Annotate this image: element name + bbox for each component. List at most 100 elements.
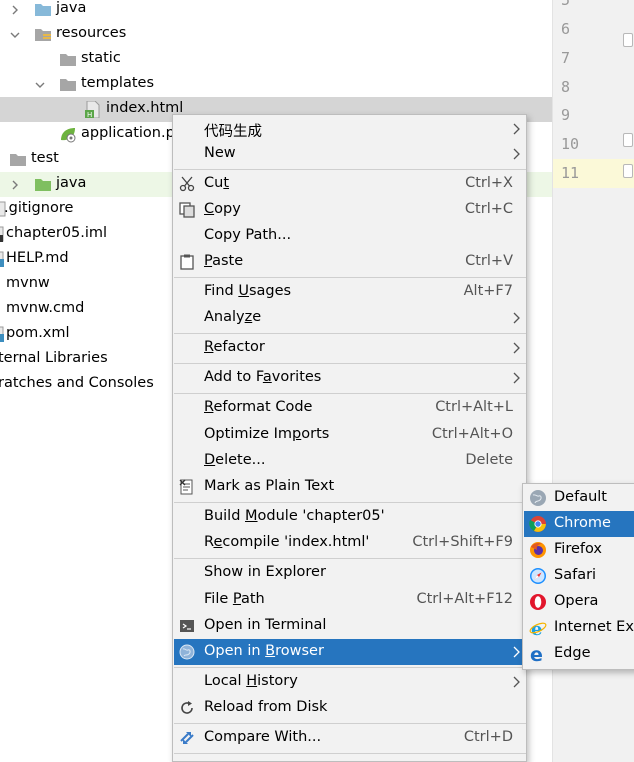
fold-marker-icon[interactable] [623,33,633,47]
submenu-arrow-icon [513,123,521,135]
opera-icon [529,593,547,611]
menu-item-analyze[interactable]: Analyze [174,305,526,331]
tree-item-label: chapter05.iml [6,225,108,241]
browser-item-firefox[interactable]: Firefox [524,537,634,563]
menu-item-show-in-explorer[interactable]: Show in Explorer [174,560,526,586]
menu-item-copy-path[interactable]: Copy Path... [174,223,526,249]
menu-item-local-history[interactable]: Local History [174,669,526,695]
tree-item-label: .gitignore [4,200,74,216]
menu-item-refactor[interactable]: Refactor [174,335,526,361]
globe-icon [179,644,195,660]
tree-item-label: HELP.md [6,250,69,266]
copy-icon [179,202,195,218]
chevron-down-icon[interactable] [10,30,20,40]
svg-text:e: e [530,645,543,663]
compare-icon [179,730,195,746]
menu-item-build-module[interactable]: Build Module 'chapter05' [174,504,526,530]
shortcut-label: Delete [465,452,513,468]
svg-text:e: e [531,619,542,637]
menu-item-delete[interactable]: Delete... Delete [174,448,526,474]
spring-config-icon [59,126,77,143]
fold-marker-icon[interactable] [623,164,633,178]
green-folder-icon [34,176,52,192]
menu-item-cut[interactable]: Cut Ctrl+X [174,171,526,197]
default-browser-icon [529,489,547,507]
html-file-icon: H [84,100,102,119]
menu-item-file-path[interactable]: File Path Ctrl+Alt+F12 [174,587,526,613]
chevron-right-icon[interactable] [10,180,20,190]
browser-item-default[interactable]: Default [524,485,634,511]
tree-item-label: pom.xml [6,325,70,341]
menu-item-open-in-browser[interactable]: Open in Browser [174,639,526,665]
tree-item-label: ratches and Consoles [0,375,154,391]
menu-item-reformat-code[interactable]: Reformat Code Ctrl+Alt+L [174,395,526,421]
line-number-current: 11 [553,159,634,188]
menu-separator [174,277,526,278]
submenu-arrow-icon [513,148,521,160]
tree-item-java[interactable]: java [0,0,552,22]
line-number: 10 [561,135,580,153]
line-number: 8 [561,78,571,96]
menu-item-copy[interactable]: Copy Ctrl+C [174,197,526,223]
browser-item-internet-explorer[interactable]: e Internet Exp [524,615,634,641]
line-number: 9 [561,106,571,124]
folder-icon [59,51,77,67]
shortcut-label: Ctrl+Alt+L [435,399,513,415]
browser-item-safari[interactable]: Safari [524,563,634,589]
terminal-icon [179,618,195,634]
shortcut-label: Alt+F7 [463,283,513,299]
menu-item-mark-as-plain-text[interactable]: Mark as Plain Text [174,474,526,500]
tree-item-label: resources [56,25,127,41]
browser-item-edge[interactable]: e Edge [524,641,634,667]
shortcut-label: Ctrl+C [464,201,513,217]
tree-item-templates[interactable]: templates [0,72,552,97]
menu-item-new[interactable]: New [174,141,526,167]
safari-icon [529,567,547,585]
chevron-down-icon[interactable] [35,80,45,90]
menu-item-find-usages[interactable]: Find Usages Alt+F7 [174,279,526,305]
menu-item-paste[interactable]: Paste Ctrl+V [174,249,526,275]
context-menu: 代码生成 New Cut Ctrl+X Copy Ctrl+C Copy Pat… [172,114,527,762]
tree-item-static[interactable]: static [0,47,552,72]
folder-icon [59,76,77,92]
menu-separator [174,558,526,559]
tree-item-label: static [81,50,121,66]
tree-item-label: java [56,175,87,191]
menu-item-compare-with[interactable]: Compare With... Ctrl+D [174,725,526,751]
tree-item-label: java [56,0,87,16]
internet-explorer-icon: e [529,619,547,640]
tree-item-label: ternal Libraries [0,350,108,366]
blue-folder-icon [34,1,52,17]
line-number: 5 [561,0,571,9]
resources-folder-icon [34,26,52,42]
shortcut-label: Ctrl+D [463,729,513,745]
menu-item-optimize-imports[interactable]: Optimize Imports Ctrl+Alt+O [174,422,526,448]
menu-item-recompile[interactable]: Recompile 'index.html' Ctrl+Shift+F9 [174,530,526,556]
submenu-arrow-icon [513,372,521,384]
menu-item-add-to-favorites[interactable]: Add to Favorites [174,365,526,391]
menu-item-code-generate[interactable]: 代码生成 [174,116,526,142]
shortcut-label: Ctrl+Alt+O [431,426,513,442]
submenu-arrow-icon [513,312,521,324]
tree-item-label: templates [81,75,155,91]
menu-item-reload-from-disk[interactable]: Reload from Disk [174,695,526,721]
shortcut-label: Ctrl+Alt+F12 [416,591,513,607]
line-number: 7 [561,49,571,67]
scissors-icon [179,176,195,192]
chevron-right-icon[interactable] [10,5,20,15]
menu-separator [174,667,526,668]
menu-item-open-in-terminal[interactable]: Open in Terminal [174,613,526,639]
submenu-arrow-icon [513,342,521,354]
svg-text:H: H [87,111,92,118]
fold-marker-icon[interactable] [623,133,633,147]
browser-item-opera[interactable]: Opera [524,589,634,615]
submenu-arrow-icon [513,676,521,688]
tree-item-label: test [31,150,59,166]
shortcut-label: Ctrl+X [465,175,513,191]
tree-item-resources[interactable]: resources [0,22,552,47]
browser-item-chrome[interactable]: Chrome [524,511,634,537]
menu-separator [174,363,526,364]
menu-separator [174,169,526,170]
open-in-browser-submenu: Default Chrome Firefox Safari Opera e In… [522,483,634,670]
line-number: 6 [561,20,571,38]
